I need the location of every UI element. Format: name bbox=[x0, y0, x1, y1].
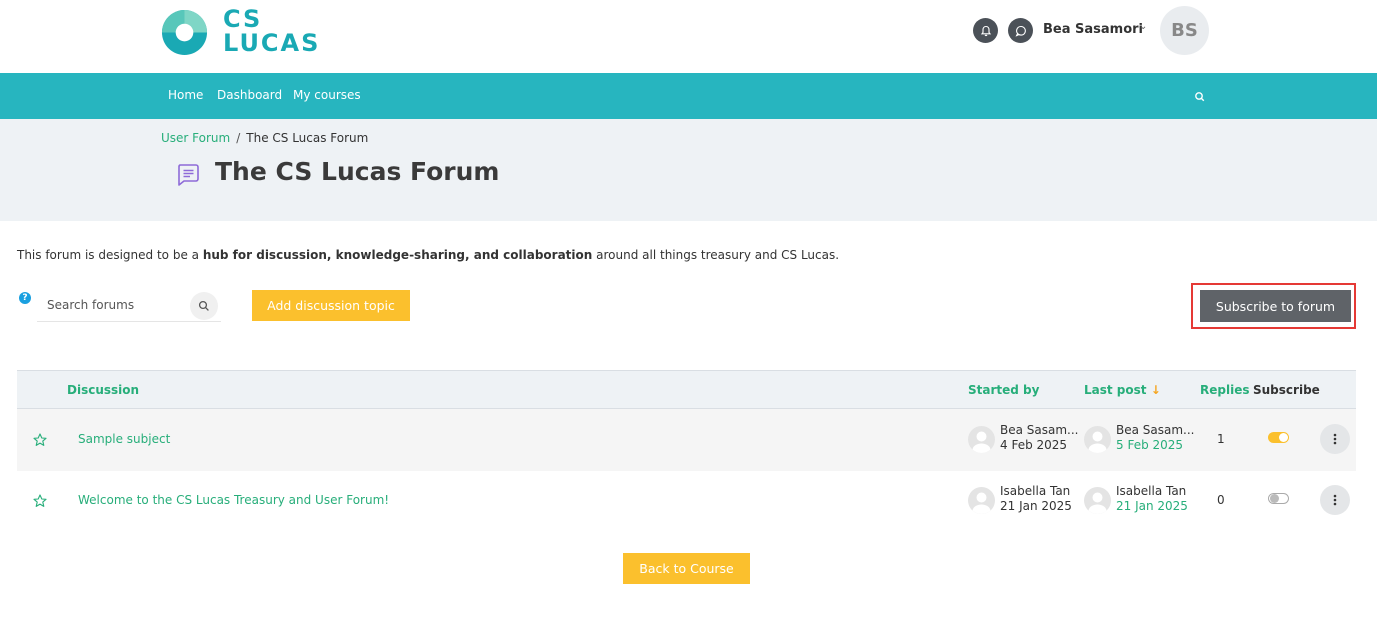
forum-intro: This forum is designed to be a hub for d… bbox=[17, 248, 839, 262]
toggle-knob bbox=[1270, 494, 1279, 503]
forum-icon bbox=[178, 164, 199, 186]
search-forums-input[interactable] bbox=[47, 298, 187, 312]
last-post-name: Isabella Tan bbox=[1116, 484, 1187, 498]
nav-home[interactable]: Home bbox=[168, 88, 203, 102]
magnifier-icon bbox=[198, 300, 209, 311]
bell-icon bbox=[980, 25, 991, 36]
back-to-course-button[interactable]: Back to Course bbox=[623, 553, 750, 584]
starter-name: Bea Sasam... bbox=[1000, 423, 1079, 437]
notifications-bell-icon[interactable] bbox=[973, 18, 998, 43]
logo-line-1: CS bbox=[223, 5, 263, 33]
user-avatar[interactable]: BS bbox=[1160, 6, 1209, 55]
last-post-date-link[interactable]: 5 Feb 2025 bbox=[1116, 438, 1183, 452]
kebab-menu-icon bbox=[1333, 494, 1337, 506]
star-icon[interactable] bbox=[33, 433, 47, 447]
logo-text: CS LUCAS bbox=[223, 7, 320, 55]
starter-date: 21 Jan 2025 bbox=[1000, 499, 1072, 513]
breadcrumb-user-forum[interactable]: User Forum bbox=[161, 131, 230, 145]
starter-avatar bbox=[968, 487, 995, 514]
help-icon[interactable]: ? bbox=[19, 292, 31, 304]
starter-avatar bbox=[968, 426, 995, 453]
chat-bubble-icon bbox=[1015, 25, 1026, 37]
discussion-table-header: Discussion Started by Last post ↓ Replie… bbox=[17, 370, 1356, 409]
logo-line-2: LUCAS bbox=[223, 29, 321, 57]
kebab-menu-icon bbox=[1333, 433, 1337, 445]
breadcrumb-current: The CS Lucas Forum bbox=[246, 131, 369, 145]
subscribe-toggle[interactable] bbox=[1268, 432, 1289, 443]
replies-count: 0 bbox=[1217, 493, 1225, 507]
col-discussion[interactable]: Discussion bbox=[67, 383, 139, 397]
intro-text-bold: hub for discussion, knowledge-sharing, a… bbox=[202, 248, 593, 262]
col-last-post-label: Last post bbox=[1084, 383, 1147, 397]
add-discussion-topic-button[interactable]: Add discussion topic bbox=[252, 290, 410, 321]
starter-name: Isabella Tan bbox=[1000, 484, 1071, 498]
discussion-link[interactable]: Sample subject bbox=[78, 432, 170, 446]
page-title: The CS Lucas Forum bbox=[215, 157, 500, 186]
site-logo[interactable]: CS LUCAS bbox=[161, 7, 341, 59]
col-subscribe: Subscribe bbox=[1253, 383, 1320, 397]
last-post-avatar bbox=[1084, 487, 1111, 514]
messages-icon[interactable] bbox=[1008, 18, 1033, 43]
chevron-down-icon[interactable]: ⌄ bbox=[1139, 21, 1147, 32]
last-post-avatar bbox=[1084, 426, 1111, 453]
subscribe-to-forum-button[interactable]: Subscribe to forum bbox=[1200, 290, 1351, 322]
last-post-date-link[interactable]: 21 Jan 2025 bbox=[1116, 499, 1188, 513]
discussion-link[interactable]: Welcome to the CS Lucas Treasury and Use… bbox=[78, 493, 389, 507]
search-button[interactable] bbox=[190, 292, 218, 320]
row-actions-menu[interactable] bbox=[1320, 424, 1350, 454]
user-silhouette-icon bbox=[972, 492, 991, 514]
user-silhouette-icon bbox=[1088, 492, 1107, 514]
breadcrumb: User Forum / The CS Lucas Forum bbox=[161, 131, 368, 145]
col-last-post[interactable]: Last post ↓ bbox=[1084, 383, 1161, 397]
last-post-name: Bea Sasam... bbox=[1116, 423, 1195, 437]
user-silhouette-icon bbox=[1088, 431, 1107, 453]
intro-text-end: around all things treasury and CS Lucas. bbox=[592, 248, 840, 262]
sort-down-arrow-icon: ↓ bbox=[1150, 383, 1161, 397]
col-started-by[interactable]: Started by bbox=[968, 383, 1039, 397]
user-silhouette-icon bbox=[972, 431, 991, 453]
star-icon[interactable] bbox=[33, 494, 47, 508]
toggle-knob bbox=[1279, 433, 1288, 442]
col-replies[interactable]: Replies bbox=[1200, 383, 1249, 397]
starter-date: 4 Feb 2025 bbox=[1000, 438, 1068, 452]
search-icon[interactable] bbox=[1193, 90, 1207, 104]
top-header: CS LUCAS Bea Sasamori ⌄ BS bbox=[0, 0, 1377, 73]
table-row: Welcome to the CS Lucas Treasury and Use… bbox=[17, 471, 1356, 533]
row-actions-menu[interactable] bbox=[1320, 485, 1350, 515]
primary-navigation: Home Dashboard My courses bbox=[0, 73, 1377, 119]
search-forums-box bbox=[37, 290, 221, 322]
breadcrumb-separator: / bbox=[236, 131, 241, 145]
nav-my-courses[interactable]: My courses bbox=[293, 88, 361, 102]
replies-count: 1 bbox=[1217, 432, 1225, 446]
logo-mark-icon bbox=[161, 9, 208, 56]
user-menu-name[interactable]: Bea Sasamori bbox=[1043, 22, 1143, 37]
page-header: User Forum / The CS Lucas Forum The CS Luc… bbox=[0, 119, 1377, 221]
subscribe-toggle[interactable] bbox=[1268, 493, 1289, 504]
table-row: Sample subject Bea Sasam... 4 Feb 2025 B… bbox=[17, 409, 1356, 471]
intro-text-start: This forum is designed to be a bbox=[17, 248, 203, 262]
nav-dashboard[interactable]: Dashboard bbox=[217, 88, 282, 102]
